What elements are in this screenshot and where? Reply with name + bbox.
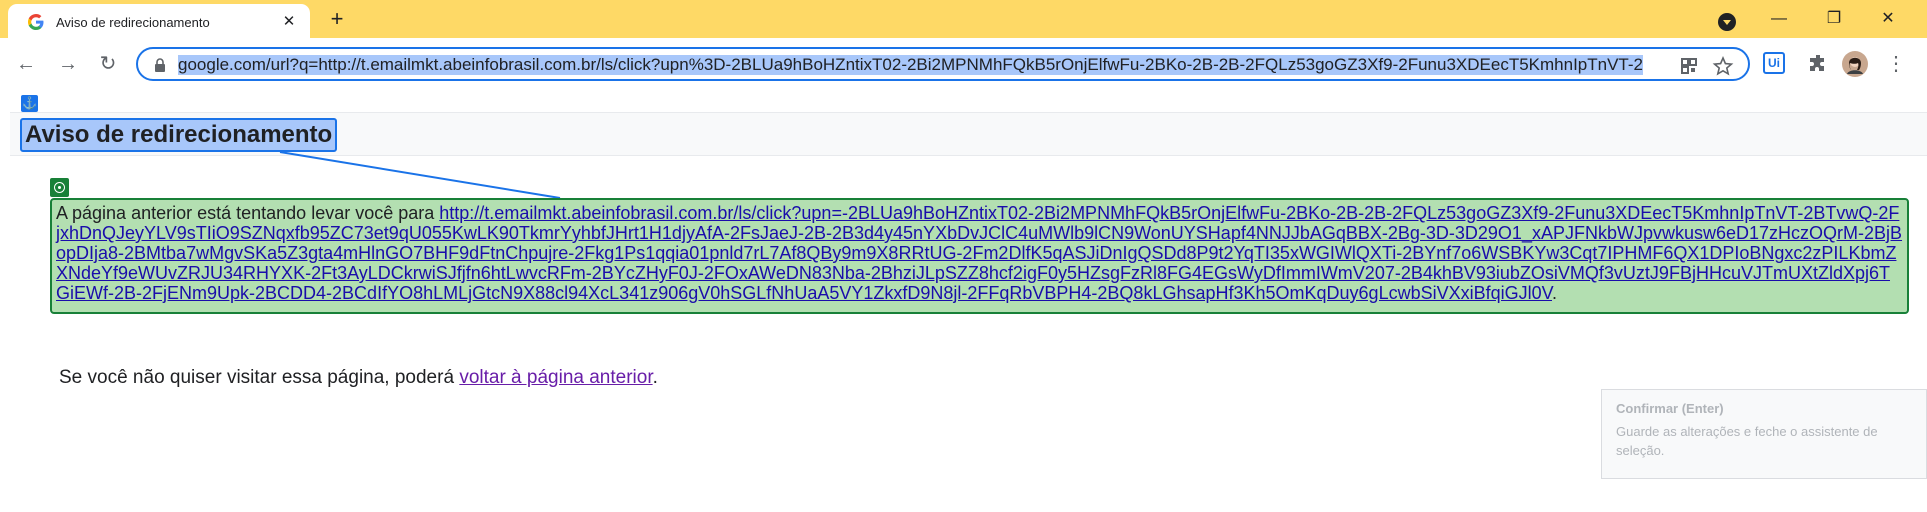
profile-avatar[interactable] [1842,51,1868,77]
tab-active[interactable]: Aviso de redirecionamento ✕ [8,4,310,40]
title-bar: Aviso de redirecionamento ✕ + — ❐ ✕ [0,0,1927,40]
tooltip-title: Confirmar (Enter) [1616,401,1724,416]
back-link[interactable]: voltar à página anterior [459,367,652,388]
qr-code-icon[interactable] [1678,55,1700,77]
target-icon [50,178,69,197]
back-prefix: Se você não quiser visitar essa página, … [59,367,455,388]
redirect-message: A página anterior está tentando levar vo… [50,198,1909,314]
bookmark-star-icon[interactable] [1712,55,1734,77]
confirm-tooltip[interactable]: Confirmar (Enter) Guarde as alterações e… [1601,389,1927,479]
redirect-intro: A página anterior está tentando levar vo… [56,203,435,223]
minimize-button[interactable]: — [1756,6,1802,32]
new-tab-button[interactable]: + [326,8,348,31]
tab-close-icon[interactable]: ✕ [280,13,298,31]
browser-toolbar: ← → ↻ google.com/url?q=http://t.emailmkt… [0,38,1927,93]
close-window-button[interactable]: ✕ [1865,6,1911,32]
address-bar[interactable]: google.com/url?q=http://t.emailmkt.abein… [136,47,1750,81]
lock-icon[interactable] [154,58,166,72]
page-heading: Aviso de redirecionamento [20,118,338,152]
extensions-puzzle-icon[interactable] [1806,52,1830,76]
back-button[interactable]: ← [12,50,40,78]
tab-search-icon[interactable] [1718,13,1736,31]
back-message: Se você não quiser visitar essa página, … [59,367,658,389]
google-g-icon [28,14,44,30]
redirect-intro-end: . [1552,283,1558,303]
back-suffix: . [652,367,658,388]
reload-button[interactable]: ↻ [94,50,122,78]
tab-title: Aviso de redirecionamento [56,15,210,30]
uipath-extension-icon[interactable]: Ui [1763,52,1785,74]
url-text[interactable]: google.com/url?q=http://t.emailmkt.abein… [178,55,1643,75]
anchor-icon: ⚓ [21,95,38,112]
page-content: ⚓ Aviso de redirecionamento A página ant… [0,92,1927,512]
browser-menu-icon[interactable]: ⋮ [1884,52,1908,76]
maximize-button[interactable]: ❐ [1811,6,1857,32]
forward-button[interactable]: → [54,50,82,78]
tooltip-body: Guarde as alterações e feche o assistent… [1616,424,1878,458]
